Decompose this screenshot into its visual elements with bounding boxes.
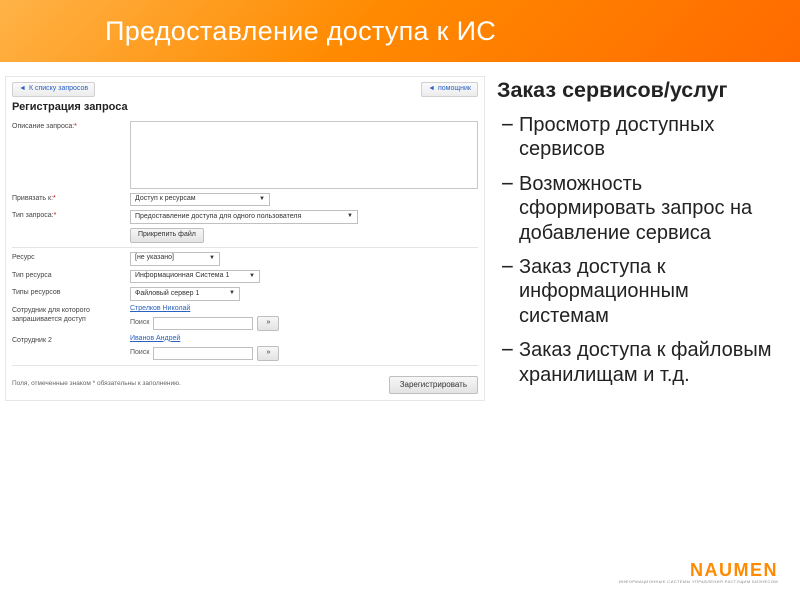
chevron-down-icon: ▼ bbox=[229, 290, 235, 298]
employee2-label: Сотрудник 2 bbox=[12, 335, 130, 346]
helper-button[interactable]: ◄ помощник bbox=[421, 82, 478, 97]
resource-select[interactable]: [не указано]▼ bbox=[130, 252, 220, 266]
chevron-down-icon: ▼ bbox=[259, 196, 265, 204]
section-heading: Заказ сервисов/услуг bbox=[497, 78, 782, 103]
list-item: Возможность сформировать запрос на добав… bbox=[497, 172, 782, 245]
search-label: Поиск bbox=[130, 319, 149, 328]
attach-file-button[interactable]: Прикрепить файл bbox=[130, 228, 204, 243]
list-item: Заказ доступа к файловым хранилищам и т.… bbox=[497, 338, 782, 387]
employee2-search-input[interactable] bbox=[153, 347, 253, 360]
resource-type-label: Тип ресурса bbox=[12, 270, 130, 281]
employee-search-input[interactable] bbox=[153, 317, 253, 330]
app-screenshot: ◄ К списку запросов ◄ помощник Регистрац… bbox=[5, 76, 485, 401]
arrow-left-icon: ◄ bbox=[428, 85, 435, 94]
search-label-2: Поиск bbox=[130, 349, 149, 358]
resource-types-select[interactable]: Файловый сервер 1▼ bbox=[130, 287, 240, 301]
bullet-list: Просмотр доступных сервисов Возможность … bbox=[497, 113, 782, 387]
resource-types-label: Типы ресурсов bbox=[12, 287, 130, 298]
chevron-down-icon: ▼ bbox=[347, 213, 353, 221]
employee-label: Сотрудник для которого запрашивается дос… bbox=[12, 305, 130, 325]
arrow-left-icon: ◄ bbox=[19, 85, 26, 94]
helper-label: помощник bbox=[438, 85, 471, 94]
description-label: Описание запроса:* bbox=[12, 121, 130, 132]
form-heading: Регистрация запроса bbox=[12, 101, 478, 115]
request-type-label: Тип запроса:* bbox=[12, 210, 130, 221]
required-note: Поля, отмеченные знаком * обязательны к … bbox=[12, 380, 181, 388]
logo-tagline: ИНФОРМАЦИОННЫЕ СИСТЕМЫ УПРАВЛЕНИЯ РАСТУЩ… bbox=[619, 579, 778, 584]
resource-type-select[interactable]: Информационная Система 1▼ bbox=[130, 270, 260, 284]
request-type-select[interactable]: Предоставление доступа для одного пользо… bbox=[130, 210, 358, 224]
search-go-button-2[interactable]: » bbox=[257, 346, 279, 361]
search-go-button[interactable]: » bbox=[257, 316, 279, 331]
list-item: Заказ доступа к информационным системам bbox=[497, 255, 782, 328]
back-to-list-button[interactable]: ◄ К списку запросов bbox=[12, 82, 95, 97]
logo-text: NAUMEN bbox=[619, 560, 778, 581]
bind-select[interactable]: Доступ к ресурсам▼ bbox=[130, 193, 270, 207]
back-label: К списку запросов bbox=[29, 85, 88, 94]
slide-title: Предоставление доступа к ИС bbox=[0, 0, 800, 62]
description-textarea[interactable] bbox=[130, 121, 478, 189]
list-item: Просмотр доступных сервисов bbox=[497, 113, 782, 162]
bind-label: Привязать к:* bbox=[12, 193, 130, 204]
resource-label: Ресурс bbox=[12, 252, 130, 263]
chevron-down-icon: ▼ bbox=[249, 273, 255, 281]
brand-logo: NAUMEN ИНФОРМАЦИОННЫЕ СИСТЕМЫ УПРАВЛЕНИЯ… bbox=[619, 560, 778, 584]
employee-link[interactable]: Стрелков Николай bbox=[130, 305, 478, 314]
chevron-down-icon: ▼ bbox=[209, 255, 215, 263]
employee2-link[interactable]: Иванов Андрей bbox=[130, 335, 478, 344]
submit-button[interactable]: Зарегистрировать bbox=[389, 376, 478, 394]
